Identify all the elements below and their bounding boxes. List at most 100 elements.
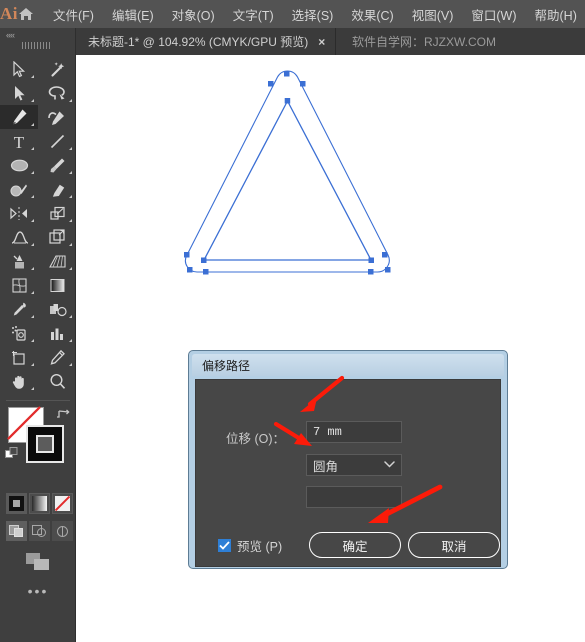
tool-row [0, 321, 76, 345]
pen-tool[interactable] [0, 105, 38, 129]
tool-row [0, 225, 76, 249]
tool-flyout-indicator [31, 99, 34, 102]
menu-item-help[interactable]: 帮助(H) [526, 1, 585, 28]
color-mode-button[interactable] [6, 493, 27, 514]
paintbrush-tool[interactable] [38, 153, 76, 177]
tool-row [0, 177, 76, 201]
lasso-tool[interactable] [38, 81, 76, 105]
cancel-button[interactable]: 取消 [408, 532, 500, 558]
selection-tool[interactable] [0, 57, 38, 81]
change-screen-mode-icon[interactable] [0, 551, 76, 573]
tool-flyout-indicator [31, 315, 34, 318]
rotate-tool[interactable] [0, 201, 38, 225]
tool-flyout-indicator [31, 123, 34, 126]
menu-item-file[interactable]: 文件(F) [44, 1, 103, 28]
dialog-body: 位移 (O)： 7 mm 圆角 预览 (P) 确定 取消 [195, 379, 501, 567]
width-tool[interactable] [0, 225, 38, 249]
swap-fill-stroke-icon[interactable] [56, 408, 70, 426]
slice-tool[interactable] [38, 345, 76, 369]
eyedropper-tool[interactable] [0, 297, 38, 321]
close-icon[interactable]: × [318, 35, 325, 49]
home-icon[interactable] [18, 0, 34, 28]
mesh-tool[interactable] [0, 273, 38, 297]
offset-input[interactable]: 7 mm [306, 421, 402, 443]
tool-row [0, 345, 76, 369]
free-transform-tool[interactable] [38, 225, 76, 249]
scale-tool[interactable] [38, 201, 76, 225]
gradient-tool[interactable] [38, 273, 76, 297]
direct-selection-tool[interactable] [0, 81, 38, 105]
tool-flyout-indicator [31, 363, 34, 366]
draw-normal-button[interactable] [6, 521, 27, 541]
preview-checkbox[interactable]: 预览 (P) [218, 536, 282, 555]
stroke-swatch-inner [36, 435, 54, 453]
magic-wand-tool[interactable] [38, 57, 76, 81]
document-tab[interactable]: 未标题-1* @ 104.92% (CMYK/GPU 预览) × [76, 28, 337, 55]
curvature-tool[interactable] [38, 105, 76, 129]
gradient-mode-button[interactable] [29, 493, 50, 514]
dialog-title: 偏移路径 [202, 358, 251, 373]
shaper-tool[interactable] [0, 177, 38, 201]
menu-item-object[interactable]: 对象(O) [163, 1, 224, 28]
illustrator-window: Ai 文件(F) 编辑(E) 对象(O) 文字(T) 选择(S) 效果(C) 视… [0, 0, 585, 642]
tool-flyout-indicator [31, 387, 34, 390]
toolbar-separator [6, 400, 70, 401]
perspective-grid-tool[interactable] [38, 249, 76, 273]
hand-tool[interactable] [0, 369, 38, 393]
menu-item-select[interactable]: 选择(S) [283, 1, 343, 28]
tool-flyout-indicator [69, 339, 72, 342]
tool-flyout-indicator [69, 315, 72, 318]
tools-panel: T ••• [0, 55, 76, 642]
menu-item-view[interactable]: 视图(V) [403, 1, 463, 28]
type-tool[interactable]: T [0, 129, 38, 153]
tool-flyout-indicator [69, 195, 72, 198]
menu-item-effect[interactable]: 效果(C) [342, 1, 402, 28]
tool-row [0, 249, 76, 273]
checkbox-box [218, 539, 231, 552]
tool-flyout-indicator [69, 243, 72, 246]
more-tools-icon[interactable]: ••• [0, 583, 76, 599]
tool-flyout-indicator [69, 147, 72, 150]
default-fill-stroke-icon[interactable] [5, 447, 19, 466]
stroke-swatch[interactable] [26, 425, 64, 463]
tool-row [0, 153, 76, 177]
ellipse-tool[interactable] [0, 153, 38, 177]
tool-flyout-indicator [31, 243, 34, 246]
zoom-tool[interactable] [38, 369, 76, 393]
tool-flyout-indicator [31, 291, 34, 294]
anchor-points [184, 71, 391, 275]
draw-behind-button[interactable] [29, 521, 50, 541]
tool-row [0, 105, 76, 129]
miter-limit-input[interactable] [306, 486, 402, 508]
tool-row [0, 57, 76, 81]
menu-item-type[interactable]: 文字(T) [224, 1, 283, 28]
joins-select[interactable]: 圆角 [306, 454, 402, 476]
column-graph-tool[interactable] [38, 321, 76, 345]
tool-flyout-indicator [31, 267, 34, 270]
tool-flyout-indicator [69, 99, 72, 102]
tool-grid: T [0, 57, 76, 393]
watermark-text: 软件自学网：RJZXW.COM [352, 35, 496, 49]
none-mode-button[interactable] [52, 493, 73, 514]
tool-flyout-indicator [31, 339, 34, 342]
offset-path-dialog: 偏移路径 位移 (O)： 7 mm 圆角 预览 (P) 确定 取消 [188, 350, 508, 569]
collapse-panel-icon[interactable]: «« [6, 30, 15, 40]
document-tab-bar: «« 未标题-1* @ 104.92% (CMYK/GPU 预览) × 软件自学… [0, 28, 585, 55]
eraser-tool[interactable] [38, 177, 76, 201]
menu-item-edit[interactable]: 编辑(E) [103, 1, 163, 28]
shape-builder-tool[interactable] [0, 249, 38, 273]
menu-item-window[interactable]: 窗口(W) [462, 1, 525, 28]
line-segment-tool[interactable] [38, 129, 76, 153]
inner-triangle [202, 99, 373, 261]
ok-button[interactable]: 确定 [309, 532, 401, 558]
dialog-title-bar[interactable]: 偏移路径 [192, 354, 504, 376]
ai-logo: Ai [0, 4, 18, 23]
toolbar-drag-handle[interactable] [22, 42, 50, 49]
artboard-tool[interactable] [0, 345, 38, 369]
draw-inside-button[interactable] [52, 521, 73, 541]
blend-tool[interactable] [38, 297, 76, 321]
svg-text:T: T [14, 133, 25, 150]
tool-flyout-indicator [31, 171, 34, 174]
symbol-sprayer-tool[interactable] [0, 321, 38, 345]
chevron-down-icon [384, 460, 395, 471]
